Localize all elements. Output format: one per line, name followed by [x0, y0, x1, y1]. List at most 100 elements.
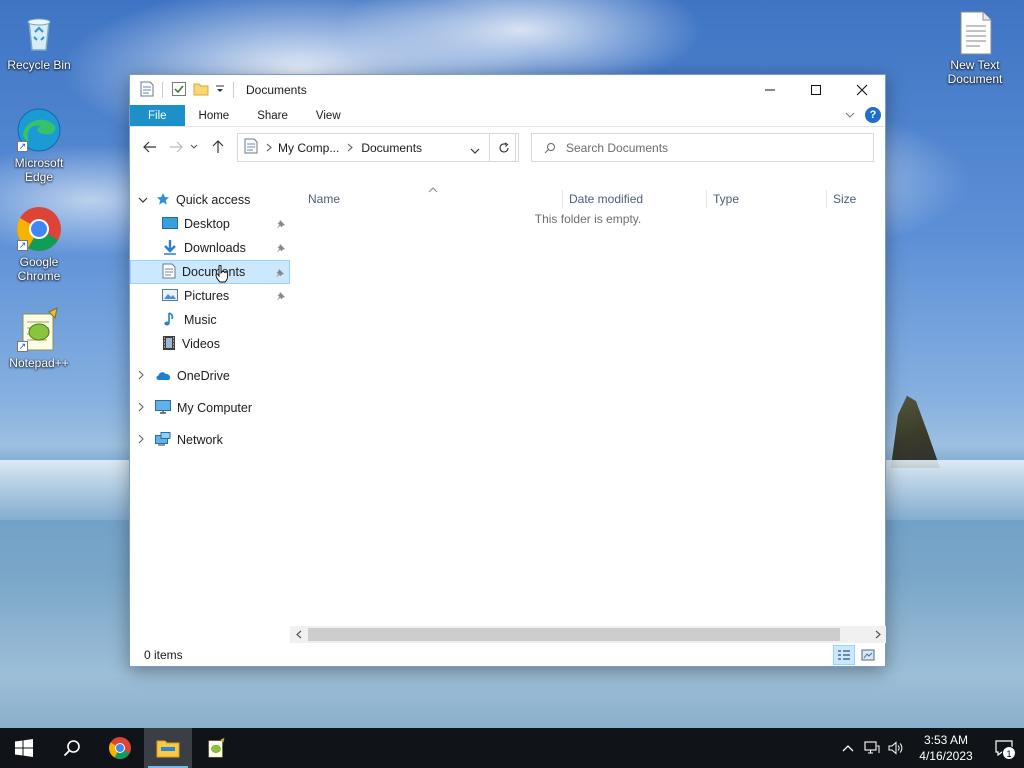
- recent-locations-button[interactable]: [188, 135, 200, 159]
- nav-item-videos[interactable]: Videos: [130, 332, 290, 356]
- close-button[interactable]: [839, 75, 885, 105]
- computer-monitor-icon: [155, 399, 171, 417]
- edge-icon: ↗: [15, 106, 63, 154]
- help-icon[interactable]: ?: [865, 107, 881, 123]
- videos-icon: [162, 335, 176, 354]
- tab-view[interactable]: View: [302, 105, 355, 126]
- taskbar-clock[interactable]: 3:53 AM 4/16/2023: [908, 732, 984, 764]
- horizontal-scrollbar[interactable]: [290, 626, 886, 643]
- desktop-icon-chrome[interactable]: ↗ Google Chrome: [1, 205, 77, 283]
- pin-icon[interactable]: [275, 267, 285, 281]
- tab-home[interactable]: Home: [185, 105, 244, 126]
- nav-onedrive[interactable]: OneDrive: [130, 364, 290, 388]
- notepadpp-icon: [208, 737, 225, 758]
- address-history-chevron-icon[interactable]: [470, 144, 480, 158]
- title-bar[interactable]: Documents: [130, 75, 885, 105]
- nav-my-computer[interactable]: My Computer: [130, 396, 290, 420]
- details-view-button[interactable]: [833, 645, 855, 665]
- maximize-button[interactable]: [793, 75, 839, 105]
- nav-item-pictures[interactable]: Pictures: [130, 284, 290, 308]
- desktop-folder-icon: [162, 216, 178, 233]
- search-box[interactable]: [531, 133, 874, 162]
- nav-network[interactable]: Network: [130, 428, 290, 452]
- scroll-right-button[interactable]: [869, 626, 886, 643]
- column-divider[interactable]: [826, 190, 827, 208]
- clock-date: 4/16/2023: [919, 749, 973, 763]
- volume-button[interactable]: [884, 728, 908, 768]
- taskbar-chrome-button[interactable]: [96, 728, 144, 768]
- collapsed-chevron-icon[interactable]: [138, 433, 145, 447]
- nav-quick-access-label: Quick access: [176, 193, 251, 207]
- taskbar-file-explorer-button[interactable]: [144, 728, 192, 768]
- up-button[interactable]: [206, 135, 230, 159]
- breadcrumb-my-computer[interactable]: My Comp...: [278, 141, 339, 155]
- nav-item-downloads[interactable]: Downloads: [130, 236, 290, 260]
- desktop-icon-notepadpp[interactable]: ↗ Notepad++: [1, 306, 77, 370]
- view-buttons: [833, 645, 879, 665]
- expanded-chevron-icon[interactable]: [138, 193, 148, 207]
- pin-icon[interactable]: [276, 290, 286, 304]
- properties-checkbox-icon[interactable]: [171, 81, 187, 100]
- quick-access-toolbar: [130, 81, 236, 100]
- scroll-left-button[interactable]: [290, 626, 307, 643]
- large-icons-view-button[interactable]: [857, 645, 879, 665]
- file-list-pane[interactable]: Name Date modified Type Size This folder…: [290, 187, 886, 635]
- pin-icon[interactable]: [276, 242, 286, 256]
- nav-item-desktop[interactable]: Desktop: [130, 212, 290, 236]
- desktop-icon-label: Microsoft Edge: [14, 156, 64, 184]
- collapsed-chevron-icon[interactable]: [138, 369, 145, 383]
- nav-quick-access[interactable]: Quick access: [130, 188, 290, 212]
- pin-icon[interactable]: [276, 218, 286, 232]
- expand-ribbon-icon[interactable]: [845, 108, 855, 122]
- star-icon: [156, 192, 170, 209]
- network-status-button[interactable]: [860, 728, 884, 768]
- documents-folder-icon: [162, 263, 176, 282]
- mouse-cursor-hand-icon: [215, 264, 229, 286]
- tab-file[interactable]: File: [130, 105, 185, 126]
- action-center-button[interactable]: 1: [984, 728, 1024, 768]
- minimize-button[interactable]: [747, 75, 793, 105]
- forward-button[interactable]: [164, 135, 188, 159]
- new-folder-icon[interactable]: [193, 81, 209, 100]
- search-input[interactable]: [566, 140, 846, 155]
- nav-item-music[interactable]: Music: [130, 308, 290, 332]
- start-button[interactable]: [0, 728, 48, 768]
- notepadpp-icon: ↗: [15, 306, 63, 354]
- close-icon: [856, 84, 868, 96]
- desktop-icon-new-text-document[interactable]: New Text Document: [937, 8, 1013, 86]
- breadcrumb-documents[interactable]: Documents: [361, 141, 422, 155]
- column-header-date-modified[interactable]: Date modified: [569, 188, 699, 210]
- nav-item-documents[interactable]: Documents: [130, 260, 290, 284]
- column-header-type[interactable]: Type: [713, 188, 823, 210]
- back-button[interactable]: [138, 135, 162, 159]
- address-bar[interactable]: My Comp... Documents: [237, 133, 516, 162]
- breadcrumb-chevron-icon[interactable]: [347, 141, 354, 155]
- customize-toolbar-chevron-icon[interactable]: [215, 83, 225, 97]
- column-header-size[interactable]: Size: [833, 188, 883, 210]
- search-button[interactable]: [48, 728, 96, 768]
- nav-item-label: My Computer: [177, 401, 253, 415]
- scrollbar-thumb[interactable]: [308, 628, 840, 641]
- search-icon: [63, 740, 80, 757]
- desktop-icon-recycle-bin[interactable]: Recycle Bin: [1, 8, 77, 72]
- chevron-right-icon: [875, 630, 881, 639]
- file-explorer-icon: [156, 740, 180, 758]
- desktop-icon-label: Notepad++: [9, 356, 69, 370]
- toolbar-separator: [233, 82, 234, 98]
- show-hidden-icons-button[interactable]: [836, 728, 860, 768]
- column-divider[interactable]: [706, 190, 707, 208]
- notification-badge: 1: [1002, 746, 1016, 760]
- tab-share[interactable]: Share: [243, 105, 302, 126]
- breadcrumb-chevron-icon[interactable]: [266, 141, 272, 155]
- document-properties-icon[interactable]: [140, 81, 154, 100]
- taskbar-notepadpp-button[interactable]: [192, 728, 240, 768]
- shortcut-arrow-icon: ↗: [17, 341, 28, 352]
- column-header-name[interactable]: Name: [308, 188, 558, 210]
- column-divider[interactable]: [562, 190, 563, 208]
- refresh-button[interactable]: [489, 133, 519, 162]
- desktop-icon-label: Google Chrome: [17, 255, 61, 283]
- chrome-icon: [109, 737, 131, 759]
- desktop-icon-edge[interactable]: ↗ Microsoft Edge: [1, 106, 77, 184]
- collapsed-chevron-icon[interactable]: [138, 401, 145, 415]
- toolbar-separator: [162, 82, 163, 98]
